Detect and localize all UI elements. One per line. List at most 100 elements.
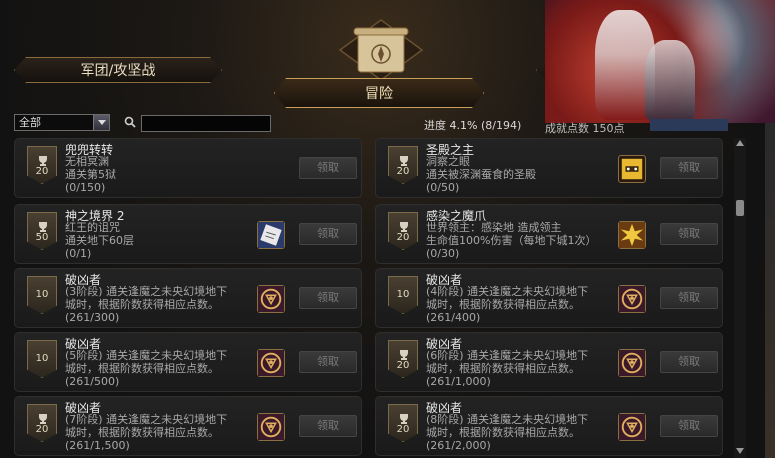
claim-button[interactable]: 领取 xyxy=(299,415,357,437)
achievement-points-badge: 10 xyxy=(27,276,57,314)
chevron-down-icon[interactable] xyxy=(93,115,109,130)
achievement-card: 10 破凶者 (4阶段) 通关逢魔之未央幻境地下 城时，根据阶数获得相应点数。 (261… xyxy=(375,268,723,328)
claim-button[interactable]: 领取 xyxy=(660,223,718,245)
achievement-progress: (261/1,000) xyxy=(426,375,491,388)
achievement-points-badge: 20 xyxy=(388,404,418,442)
achievement-progress: (0/30) xyxy=(426,247,460,260)
achievement-progress: (261/400) xyxy=(426,311,481,324)
achievement-points-badge: 20 xyxy=(27,404,57,442)
trophy-icon xyxy=(37,218,49,232)
scroll-up-icon[interactable] xyxy=(736,140,744,146)
ad-banner[interactable] xyxy=(545,0,775,123)
achievement-progress: (0/50) xyxy=(426,181,460,194)
progress-count: (8/194) xyxy=(480,119,522,132)
scroll-down-icon[interactable] xyxy=(736,448,744,454)
achievement-points-badge: 50 xyxy=(27,212,57,250)
achievement-card: 20 圣殿之主 洞察之眼 通关被深渊蚕食的圣殿 (0/50) 领取 xyxy=(375,138,723,198)
trophy-icon xyxy=(37,152,49,166)
achievement-description: 世界领主：感染地 造成领主 xyxy=(426,221,562,234)
achievement-points: 20 xyxy=(396,232,410,243)
tab-adventure[interactable]: 冒险 xyxy=(274,78,484,108)
achievement-description: 生命值100%伤害（每地下城1次） xyxy=(426,234,597,247)
partial-button[interactable] xyxy=(650,119,728,131)
achievement-points: 10 xyxy=(35,353,49,364)
claim-button[interactable]: 领取 xyxy=(299,157,357,179)
achievement-points-badge: 10 xyxy=(388,276,418,314)
achievement-points: 50 xyxy=(35,232,49,243)
achievement-points-badge: 10 xyxy=(27,340,57,378)
claim-button[interactable]: 领取 xyxy=(660,351,718,373)
category-select[interactable]: 全部 xyxy=(14,114,110,131)
achievement-description: (8阶段) 通关逢魔之未央幻境地下 xyxy=(426,413,589,426)
emblem-icon[interactable] xyxy=(257,349,285,377)
achievement-description: 洞察之眼 xyxy=(426,155,470,168)
achievement-description: (4阶段) 通关逢魔之未央幻境地下 xyxy=(426,285,589,298)
achievement-points: 20 xyxy=(35,424,49,435)
achievement-description: 通关第5狱 xyxy=(65,168,116,181)
achievement-description: 通关被深渊蚕食的圣殿 xyxy=(426,168,536,181)
achievement-points-text: 成就点数 150点 xyxy=(545,122,625,135)
achievement-description: 城时，根据阶数获得相应点数。 xyxy=(65,298,219,311)
achievement-progress: (261/2,000) xyxy=(426,439,491,452)
claim-button[interactable]: 领取 xyxy=(299,223,357,245)
achievement-points-badge: 20 xyxy=(388,146,418,184)
achievement-card: 20 破凶者 (8阶段) 通关逢魔之未央幻境地下 城时，根据阶数获得相应点数。 (261… xyxy=(375,396,723,456)
achievement-card: 50 神之境界 2 红王的诅咒 通关地下60层 (0/1) 领取 xyxy=(14,204,362,264)
achievement-description: (7阶段) 通关逢魔之未央幻境地下 xyxy=(65,413,228,426)
map-emblem-icon xyxy=(338,19,424,81)
progress-percent: 4.1% xyxy=(449,119,478,132)
achievement-description: (3阶段) 通关逢魔之未央幻境地下 xyxy=(65,285,228,298)
achievement-list: 20 兜兜转转 无相冥渊 通关第5狱 (0/150) 领取 20 圣殿之主 洞察之眼 通关被深渊蚕… xyxy=(14,138,746,458)
progress-label: 进度 xyxy=(424,119,446,132)
achievement-points: 20 xyxy=(396,424,410,435)
achievement-description: 红王的诅咒 xyxy=(65,221,120,234)
achievement-card: 20 破凶者 (7阶段) 通关逢魔之未央幻境地下 城时，根据阶数获得相应点数。 (261… xyxy=(14,396,362,456)
achievement-description: 城时，根据阶数获得相应点数。 xyxy=(426,298,580,311)
trophy-icon xyxy=(398,218,410,232)
dice-icon[interactable] xyxy=(618,155,646,183)
achievement-description: (6阶段) 通关逢魔之未央幻境地下 xyxy=(426,349,589,362)
achievement-progress: (261/300) xyxy=(65,311,120,324)
achievement-points: 20 xyxy=(396,360,410,371)
search-icon xyxy=(124,116,136,128)
achievement-points-badge: 20 xyxy=(388,340,418,378)
ad-character-2 xyxy=(645,40,695,120)
achievement-card: 20 兜兜转转 无相冥渊 通关第5狱 (0/150) 领取 xyxy=(14,138,362,198)
scroll-icon[interactable] xyxy=(257,221,285,249)
emblem-icon[interactable] xyxy=(618,285,646,313)
burst-icon[interactable] xyxy=(618,221,646,249)
claim-button[interactable]: 领取 xyxy=(299,287,357,309)
trophy-icon xyxy=(398,152,410,166)
claim-button[interactable]: 领取 xyxy=(660,415,718,437)
achievement-description: 城时，根据阶数获得相应点数。 xyxy=(65,426,219,439)
achievement-card: 20 破凶者 (6阶段) 通关逢魔之未央幻境地下 城时，根据阶数获得相应点数。 (261… xyxy=(375,332,723,392)
achievement-points: 20 xyxy=(35,166,49,177)
scroll-thumb[interactable] xyxy=(736,200,744,216)
achievement-progress: (261/500) xyxy=(65,375,120,388)
search-input[interactable] xyxy=(141,115,271,132)
claim-button[interactable]: 领取 xyxy=(299,351,357,373)
emblem-icon[interactable] xyxy=(257,413,285,441)
achievement-points-badge: 20 xyxy=(27,146,57,184)
achievement-progress: (0/150) xyxy=(65,181,106,194)
trophy-icon xyxy=(398,346,410,360)
achievement-description: 城时，根据阶数获得相应点数。 xyxy=(426,362,580,375)
achievement-card: 10 破凶者 (5阶段) 通关逢魔之未央幻境地下 城时，根据阶数获得相应点数。 (261… xyxy=(14,332,362,392)
tab-legion-siege[interactable]: 军团/攻坚战 xyxy=(14,57,222,83)
claim-button[interactable]: 领取 xyxy=(660,157,718,179)
scrollbar[interactable] xyxy=(734,138,746,458)
achievement-points: 20 xyxy=(396,166,410,177)
achievement-card: 10 破凶者 (3阶段) 通关逢魔之未央幻境地下 城时，根据阶数获得相应点数。 (261… xyxy=(14,268,362,328)
achievement-points-badge: 20 xyxy=(388,212,418,250)
achievement-progress: (0/1) xyxy=(65,247,92,260)
achievement-card: 20 感染之魔爪 世界领主：感染地 造成领主 生命值100%伤害（每地下城1次） (0/… xyxy=(375,204,723,264)
achievement-description: 无相冥渊 xyxy=(65,155,109,168)
achievement-points: 10 xyxy=(396,289,410,300)
emblem-icon[interactable] xyxy=(618,349,646,377)
emblem-icon[interactable] xyxy=(257,285,285,313)
achievement-description: 通关地下60层 xyxy=(65,234,134,247)
emblem-icon[interactable] xyxy=(618,413,646,441)
achievement-points: 10 xyxy=(35,289,49,300)
claim-button[interactable]: 领取 xyxy=(660,287,718,309)
side-strip xyxy=(765,123,775,458)
